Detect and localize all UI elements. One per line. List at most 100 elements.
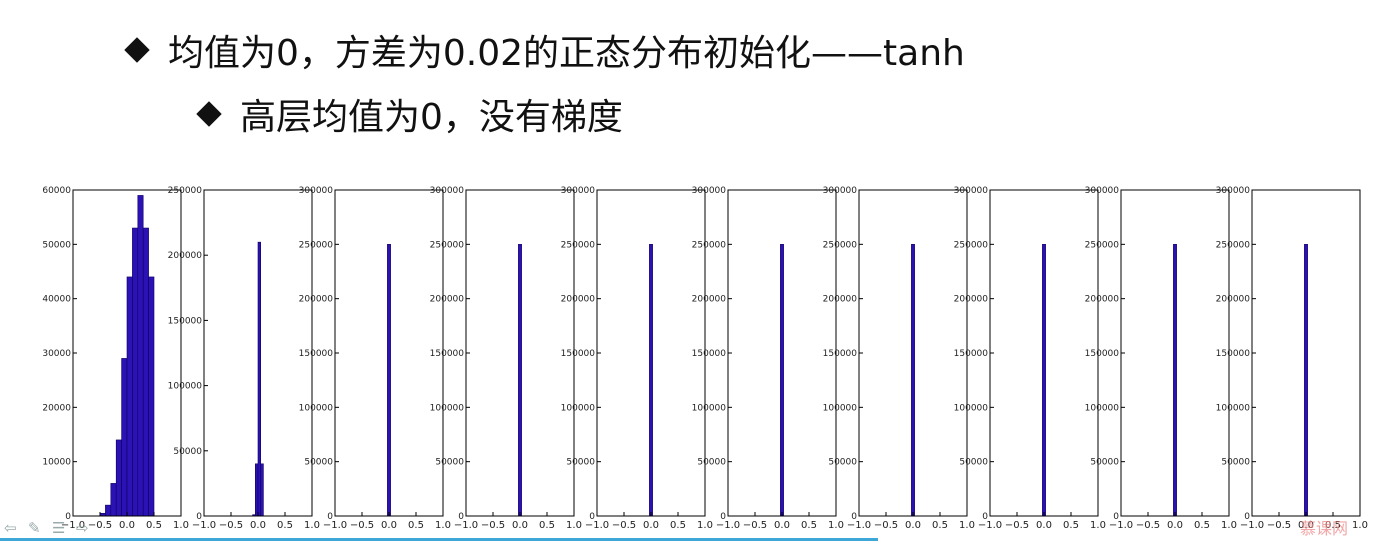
bullet-level1: 均值为0，方差为0.02的正态分布初始化——tanh (124, 24, 965, 76)
back-arrow-icon[interactable]: ⇦ (4, 520, 22, 536)
y-tick-label: 300000 (954, 186, 989, 196)
histogram-panel-9: 050000100000150000200000250000300000−1.0… (1085, 186, 1237, 528)
y-tick-label: 50000 (304, 458, 333, 468)
y-tick-label: 50000 (828, 458, 857, 468)
histogram-bar (518, 244, 522, 517)
y-tick-label: 200000 (823, 295, 858, 305)
x-tick-label: 0.0 (381, 520, 397, 528)
y-tick-label: 150000 (1216, 349, 1251, 359)
histogram-grid: 0100002000030000400005000060000−1.0 −0.5 0… (42, 186, 1368, 528)
histogram-bar (110, 483, 117, 517)
x-tick-label: 0.0 (774, 520, 790, 528)
y-tick-label: 50000 (959, 458, 988, 468)
x-tick-label: −0.5 (1136, 520, 1160, 528)
forward-arrow-icon[interactable]: ⇨ (76, 520, 94, 536)
y-tick-label: 150000 (823, 349, 858, 359)
x-tick-label: 0.5 (801, 520, 817, 528)
x-tick-label: 0.5 (277, 520, 293, 528)
y-tick-label: 150000 (561, 349, 596, 359)
x-tick-label: 0.0 (119, 520, 135, 528)
y-tick-label: 150000 (299, 349, 334, 359)
x-tick-label: −0.5 (1005, 520, 1029, 528)
x-tick-label: −1.0 (323, 520, 347, 528)
x-tick-label: 1.0 (1352, 520, 1368, 528)
histogram-bar (105, 504, 112, 517)
histogram-bar (911, 244, 915, 517)
x-tick-label: 0.5 (539, 520, 555, 528)
x-tick-label: −1.0 (192, 520, 216, 528)
y-tick-label: 100000 (1216, 403, 1251, 413)
y-tick-label: 100000 (168, 382, 203, 392)
histogram-panel-8: 050000100000150000200000250000300000−1.0… (954, 186, 1106, 528)
y-tick-label: 300000 (299, 186, 334, 196)
y-tick-label: 250000 (430, 240, 465, 250)
bullet-level2: 高层均值为0，没有梯度 (196, 88, 623, 140)
y-tick-label: 300000 (561, 186, 596, 196)
x-tick-label: 1.0 (697, 520, 713, 528)
y-tick-label: 250000 (823, 240, 858, 250)
histogram-bar (1042, 244, 1046, 517)
y-tick-label: 100000 (430, 403, 465, 413)
y-tick-label: 200000 (561, 295, 596, 305)
y-tick-label: 300000 (823, 186, 858, 196)
y-tick-label: 250000 (954, 240, 989, 250)
y-tick-label: 200000 (299, 295, 334, 305)
x-tick-label: 1.0 (435, 520, 451, 528)
y-tick-label: 200000 (430, 295, 465, 305)
x-tick-label: −1.0 (585, 520, 609, 528)
x-tick-label: 0.5 (1063, 520, 1079, 528)
x-tick-label: 1.0 (959, 520, 975, 528)
x-tick-label: −0.5 (743, 520, 767, 528)
histogram-bar (649, 244, 653, 517)
pen-icon[interactable]: ✎ (28, 520, 46, 536)
video-progress-bar[interactable] (0, 538, 878, 541)
y-tick-label: 300000 (430, 186, 465, 196)
slide-text: 均值为0，方差为0.02的正态分布初始化——tanh 高层均值为0，没有梯度 (0, 0, 1391, 150)
diamond-bullet-icon (124, 37, 150, 63)
x-tick-label: 0.5 (408, 520, 424, 528)
y-tick-label: 250000 (561, 240, 596, 250)
histogram-bar (260, 463, 264, 517)
histogram-bar (126, 276, 133, 517)
x-tick-label: −1.0 (847, 520, 871, 528)
y-tick-label: 50000 (1090, 458, 1119, 468)
y-tick-label: 100000 (561, 403, 596, 413)
y-tick-label: 150000 (692, 349, 727, 359)
watermark-logo: 慕课网 (1300, 519, 1349, 538)
x-tick-label: −1.0 (454, 520, 478, 528)
y-tick-label: 300000 (1216, 186, 1251, 196)
histogram-panel-7: 050000100000150000200000250000300000−1.0… (823, 186, 975, 528)
x-tick-label: −1.0 (978, 520, 1002, 528)
y-tick-label: 150000 (954, 349, 989, 359)
y-tick-label: 200000 (692, 295, 727, 305)
x-tick-label: −0.5 (219, 520, 243, 528)
x-tick-label: −0.5 (481, 520, 505, 528)
x-tick-label: −0.5 (874, 520, 898, 528)
y-tick-label: 50000 (1221, 458, 1250, 468)
histogram-bar (255, 463, 259, 517)
x-tick-label: −1.0 (1109, 520, 1133, 528)
histogram-panel-1: 0100002000030000400005000060000−1.0 −0.5 0… (42, 186, 189, 528)
histogram-panel-6: 050000100000150000200000250000300000−1.0… (692, 186, 844, 528)
x-tick-label: −1.0 (1240, 520, 1264, 528)
histogram-bar (780, 244, 784, 517)
y-tick-label: 250000 (168, 186, 203, 196)
x-tick-label: 0.5 (932, 520, 948, 528)
histogram-bar (142, 227, 149, 517)
histogram-panel-4: 050000100000150000200000250000300000−1.0… (430, 186, 582, 528)
x-tick-label: 0.0 (643, 520, 659, 528)
y-tick-label: 100000 (954, 403, 989, 413)
x-tick-label: 0.5 (670, 520, 686, 528)
bullet-level2-text: 高层均值为0，没有梯度 (240, 97, 623, 138)
x-tick-label: 1.0 (828, 520, 844, 528)
x-tick-label: 1.0 (173, 520, 189, 528)
x-tick-label: 0.0 (250, 520, 266, 528)
slide-nav[interactable]: ⇦ ✎ ☰ ⇨ (4, 520, 94, 540)
histogram-bar (115, 439, 122, 517)
y-tick-label: 50000 (435, 458, 464, 468)
x-tick-label: −0.5 (350, 520, 374, 528)
y-tick-label: 200000 (1216, 295, 1251, 305)
menu-icon[interactable]: ☰ (52, 520, 70, 536)
y-tick-label: 100000 (1085, 403, 1120, 413)
y-tick-label: 60000 (42, 186, 71, 196)
